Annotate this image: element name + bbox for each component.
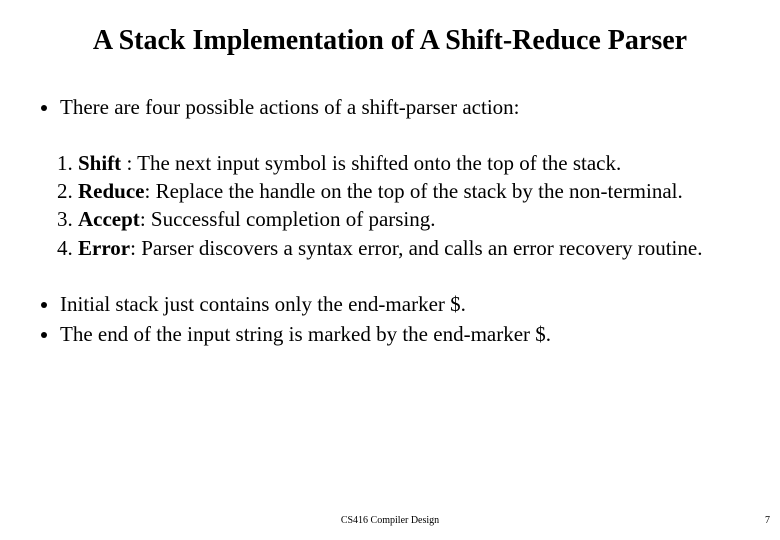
main-list: There are four possible actions of a shi… <box>30 94 750 348</box>
item-text: Parser discovers a syntax error, and cal… <box>141 236 702 260</box>
footer-text: CS416 Compiler Design <box>0 515 780 526</box>
page-title: A Stack Implementation of A Shift-Reduce… <box>30 24 750 58</box>
numbered-wrapper: Shift : The next input symbol is shifted… <box>42 150 750 261</box>
trailing-bullet: The end of the input string is marked by… <box>60 321 750 347</box>
item-sep: : <box>121 151 137 175</box>
item-label: Reduce <box>78 179 145 203</box>
item-label: Error <box>78 236 130 260</box>
slide: A Stack Implementation of A Shift-Reduce… <box>0 0 780 540</box>
page-number: 7 <box>765 515 770 526</box>
trailing-bullet: Initial stack just contains only the end… <box>60 291 750 317</box>
numbered-list: Shift : The next input symbol is shifted… <box>42 150 750 261</box>
item-text: Replace the handle on the top of the sta… <box>156 179 683 203</box>
item-label: Shift <box>78 151 121 175</box>
item-text: Successful completion of parsing. <box>151 207 436 231</box>
list-item: Shift : The next input symbol is shifted… <box>78 150 744 176</box>
intro-bullet: There are four possible actions of a shi… <box>60 94 750 120</box>
list-item: Accept: Successful completion of parsing… <box>78 206 744 232</box>
item-label: Accept <box>78 207 140 231</box>
item-sep: : <box>140 207 151 231</box>
item-sep: : <box>130 236 141 260</box>
list-item: Error: Parser discovers a syntax error, … <box>78 235 744 261</box>
item-text: The next input symbol is shifted onto th… <box>137 151 621 175</box>
item-sep: : <box>145 179 156 203</box>
list-item: Reduce: Replace the handle on the top of… <box>78 178 744 204</box>
